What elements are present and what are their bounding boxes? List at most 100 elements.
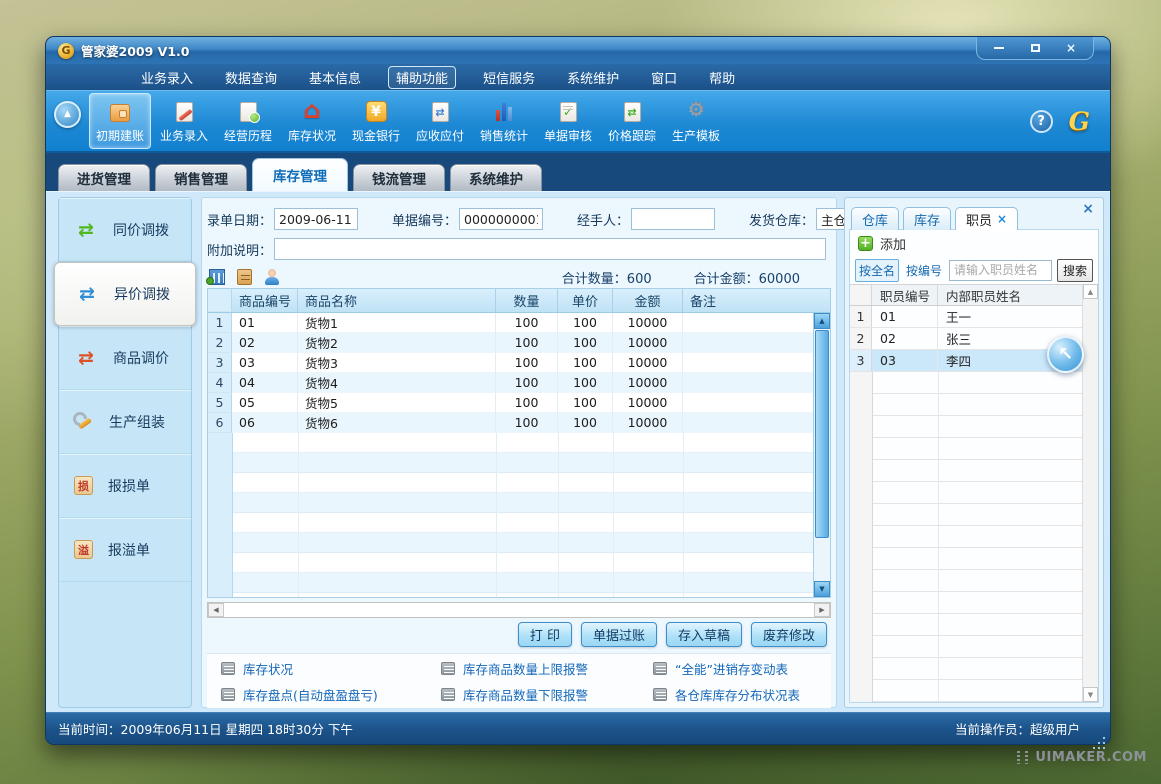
inventory-icon[interactable] [237, 269, 252, 285]
item-row[interactable]: 2 02 货物2 100 100 10000 [208, 333, 813, 353]
menu-item[interactable]: 系统维护 [562, 66, 624, 89]
action-button[interactable]: 废弃修改 [751, 622, 827, 647]
item-row[interactable]: 1 01 货物1 100 100 10000 [208, 313, 813, 333]
tab-close-icon[interactable]: × [997, 212, 1007, 226]
toolbar-button-label: 价格跟踪 [608, 127, 656, 144]
toolbar-button[interactable]: ⚙ 生产模板 [665, 93, 727, 149]
lookup-tabs: 仓库 库存 职员 × [851, 207, 1018, 230]
menu-item[interactable]: 数据查询 [220, 66, 282, 89]
collapse-toolbar-button[interactable]: ▲ [54, 101, 81, 128]
column-header-code: 商品编号 [232, 289, 298, 312]
toolbar-button[interactable]: 经营历程 [217, 93, 279, 149]
search-row: 按全名 按编号 搜索 [850, 257, 1098, 283]
staff-row[interactable]: 2 02 张三 [850, 328, 1082, 350]
sidebar-item[interactable]: ⇄ 异价调拨 [54, 262, 196, 326]
minimize-button[interactable] [989, 41, 1009, 54]
quick-link[interactable]: “全能”进销存变动表 [653, 659, 831, 678]
menu-item[interactable]: 业务录入 [136, 66, 198, 89]
close-button[interactable]: × [1061, 41, 1081, 54]
search-input[interactable] [949, 260, 1052, 281]
toolbar-button[interactable]: ⌂ 库存状况 [281, 93, 343, 149]
report-icon [221, 688, 235, 701]
scroll-left-icon[interactable]: ◀ [208, 603, 224, 617]
action-button[interactable]: 打 印 [518, 622, 572, 647]
scroll-up-icon[interactable]: ▲ [1083, 284, 1098, 299]
wallet-icon [110, 104, 130, 122]
sidebar-item[interactable]: 损 报损单 [59, 454, 191, 518]
payable-icon: ⇄ [432, 102, 449, 122]
quick-link[interactable]: 库存状况 [221, 659, 441, 678]
scrollbar-thumb[interactable] [815, 330, 829, 538]
sidebar-item[interactable]: 生产组装 [59, 390, 191, 454]
price-icon: ⇄ [624, 102, 641, 122]
scroll-down-icon[interactable]: ▼ [814, 581, 830, 597]
sidebar: ⇄ 同价调拨 ⇄ 异价调拨 ⇄ 商品调价 生产组装 [58, 197, 192, 708]
toolbar-button-label: 业务录入 [160, 127, 208, 144]
toolbar-button[interactable]: 业务录入 [153, 93, 215, 149]
sidebar-item[interactable]: 溢 报溢单 [59, 518, 191, 582]
toolbar-button[interactable]: ⇄ 应收应付 [409, 93, 471, 149]
lookup-tab[interactable]: 仓库 [851, 207, 899, 230]
module-tab[interactable]: 库存管理 [252, 158, 348, 191]
toolbar-button[interactable]: ⇄ 价格跟踪 [601, 93, 663, 149]
title-bar: G 管家婆2009 V1.0 × [46, 37, 1110, 64]
brand-logo-icon: G [1069, 107, 1090, 136]
quick-links: 库存状况 库存商品数量上限报警 “全能”进销存变动表 库存盘点( [207, 653, 831, 708]
item-row[interactable]: 3 03 货物3 100 100 10000 [208, 353, 813, 373]
quick-link[interactable]: 各仓库库存分布状况表 [653, 685, 831, 704]
module-tab[interactable]: 销售管理 [155, 164, 247, 191]
menu-item[interactable]: 基本信息 [304, 66, 366, 89]
scroll-right-icon[interactable]: ▶ [814, 603, 830, 617]
toolbar-button[interactable]: 初期建账 [89, 93, 151, 149]
vertical-scrollbar[interactable]: ▲ ▼ [813, 313, 830, 597]
sidebar-item[interactable]: ⇄ 商品调价 [59, 326, 191, 390]
add-button[interactable]: + 添加 [850, 230, 1098, 257]
scroll-down-icon[interactable]: ▼ [1083, 687, 1098, 702]
quick-link[interactable]: 库存商品数量下限报警 [441, 685, 653, 704]
voucher-no-input[interactable] [459, 208, 543, 230]
resize-grip-icon[interactable] [1103, 737, 1105, 739]
quick-link[interactable]: 库存商品数量上限报警 [441, 659, 653, 678]
report-icon [653, 688, 667, 701]
quick-link[interactable]: 库存盘点(自动盘盈盘亏) [221, 685, 441, 704]
menu-item[interactable]: 窗口 [646, 66, 682, 89]
menu-item[interactable]: 辅助功能 [388, 66, 456, 89]
help-icon[interactable]: ? [1030, 110, 1053, 133]
module-tab[interactable]: 钱流管理 [353, 164, 445, 191]
filter-by-name-toggle[interactable]: 按全名 [855, 259, 899, 282]
note-input[interactable] [274, 238, 826, 260]
module-tab[interactable]: 进货管理 [58, 164, 150, 191]
window-title: 管家婆2009 V1.0 [81, 41, 189, 60]
scroll-up-icon[interactable]: ▲ [814, 313, 830, 329]
search-button[interactable]: 搜索 [1057, 259, 1093, 282]
entry-icon [176, 102, 193, 122]
staff-scrollbar[interactable]: ▲ ▼ [1082, 284, 1098, 702]
cursor-highlight-icon: ↖ [1047, 336, 1084, 373]
sidebar-item[interactable]: ⇄ 同价调拨 [59, 198, 191, 262]
item-row[interactable]: 4 04 货物4 100 100 10000 [208, 373, 813, 393]
menu-item[interactable]: 帮助 [704, 66, 740, 89]
action-button[interactable]: 单据过账 [581, 622, 657, 647]
warehouse-icon[interactable] [209, 269, 225, 285]
lookup-tab[interactable]: 职员 × [955, 207, 1018, 230]
module-tab[interactable]: 系统维护 [450, 164, 542, 191]
note-field: 附加说明： [207, 238, 826, 260]
item-row[interactable]: 6 06 货物6 100 100 10000 [208, 413, 813, 433]
toolbar-button[interactable]: ✓ 单据审核 [537, 93, 599, 149]
handler-input[interactable] [631, 208, 715, 230]
panel-close-icon[interactable]: × [1082, 201, 1094, 217]
date-input[interactable] [274, 208, 358, 230]
maximize-button[interactable] [1025, 41, 1045, 54]
item-row[interactable]: 5 05 货物5 100 100 10000 [208, 393, 813, 413]
toolbar-button[interactable]: 销售统计 [473, 93, 535, 149]
staff-icon[interactable] [264, 269, 280, 285]
lookup-tab[interactable]: 库存 [903, 207, 951, 230]
report-icon [441, 662, 455, 675]
menu-item[interactable]: 短信服务 [478, 66, 540, 89]
staff-row[interactable]: 1 01 王一 [850, 306, 1082, 328]
horizontal-scrollbar[interactable]: ◀ ▶ [207, 602, 831, 618]
current-operator-text: 当前操作员：超级用户 [955, 719, 1080, 738]
toolbar-button[interactable]: ¥ 现金银行 [345, 93, 407, 149]
filter-by-code-toggle[interactable]: 按编号 [904, 260, 944, 281]
action-button[interactable]: 存入草稿 [666, 622, 742, 647]
